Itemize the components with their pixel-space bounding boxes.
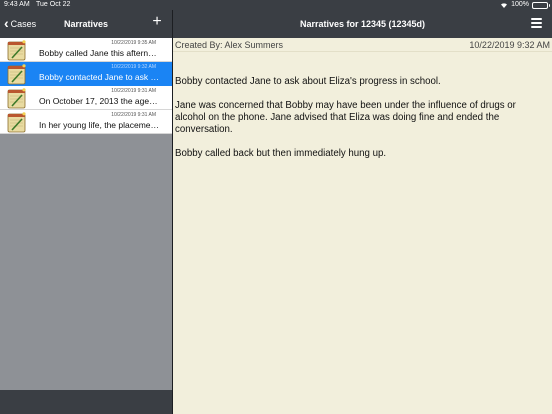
narrative-row[interactable]: 10/22/2019 9:35 AM Bobby called Jane this… [0,38,172,62]
detail-title: Narratives for 12345 (12345d) [299,19,426,29]
narrative-timestamp: 10/22/2019 9:31 AM [111,88,156,94]
back-to-cases-button[interactable]: ‹ Cases [4,16,36,32]
notepad-icon [6,63,28,85]
notepad-icon [6,111,28,133]
add-narrative-button[interactable]: + [150,14,164,30]
right-nav-bar: Narratives for 12345 (12345d) [173,10,552,38]
narrative-paragraph: Bobby contacted Jane to ask about Eliza'… [175,76,441,87]
status-time: 9:43 AM [4,1,30,8]
notepad-icon [6,87,28,109]
left-nav-bar: ‹ Cases Narratives + [0,10,172,38]
narrative-row[interactable]: 10/22/2019 9:32 AM Bobby contacted Jane t… [0,62,172,86]
narratives-list-pane: ‹ Cases Narratives + 10/22/2019 9:35 AM B… [0,10,172,414]
narrative-meta-row: Created By: Alex Summers 10/22/2019 9:32… [173,38,552,52]
narrative-detail-pane: Narratives for 12345 (12345d) Created By… [173,10,552,414]
narrative-preview: Bobby called Jane this afternoon... [39,48,160,58]
narrative-paragraph: Bobby called back but then immediately h… [175,148,387,159]
wifi-icon [500,2,508,8]
narrative-row[interactable]: 10/22/2019 9:31 AM On October 17, 2013 th… [0,86,172,110]
back-button-label: Cases [10,19,37,29]
narrative-preview: Bobby contacted Jane to ask about Eliza'… [39,72,160,82]
notepad-icon [6,39,28,61]
hamburger-menu-icon[interactable] [531,18,542,28]
narrative-timestamp: 10/22/2019 9:32 AM [111,64,156,70]
narrative-timestamp: 10/22/2019 9:31 AM [111,112,156,118]
narrative-date: 10/22/2019 9:32 AM [469,40,550,50]
status-date: Tue Oct 22 [36,1,71,8]
narrative-preview: On October 17, 2013 the agency... [39,96,160,106]
left-toolbar [0,390,172,414]
plus-icon: + [152,13,162,30]
created-by-label: Created By: Alex Summers [175,40,284,50]
narrative-timestamp: 10/22/2019 9:35 AM [111,40,156,46]
status-right: 100% [500,0,550,10]
status-bar: 9:43 AM Tue Oct 22 100% [0,0,552,10]
battery-percent: 100% [511,1,529,8]
narrative-list: 10/22/2019 9:35 AM Bobby called Jane this… [0,38,172,134]
chevron-left-icon: ‹ [4,15,9,31]
narrative-preview: In her young life, the placement... [39,120,160,130]
narrative-row[interactable]: 10/22/2019 9:31 AM In her young life, the… [0,110,172,134]
narrative-body[interactable]: Bobby contacted Jane to ask about Eliza'… [175,76,547,172]
narrative-paragraph: Jane was concerned that Bobby may have b… [175,100,516,135]
battery-icon [532,1,550,9]
